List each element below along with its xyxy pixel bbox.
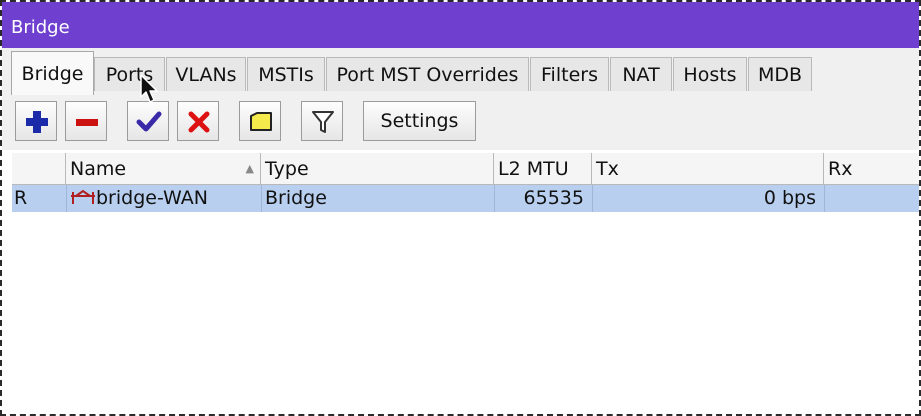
row-rx xyxy=(828,185,918,212)
tab-bridge[interactable]: Bridge xyxy=(11,51,94,95)
column-divider xyxy=(261,185,262,212)
comment-icon xyxy=(250,112,272,131)
sort-ascending-icon: ▲ xyxy=(245,162,254,175)
filter-icon xyxy=(312,111,334,133)
comment-button[interactable] xyxy=(239,101,281,141)
plus-icon xyxy=(26,111,48,133)
settings-button[interactable]: Settings xyxy=(363,101,476,141)
row-name: bridge-WAN xyxy=(96,187,209,209)
tab-mdb[interactable]: MDB xyxy=(748,57,812,91)
tab-mstis[interactable]: MSTIs xyxy=(247,57,325,91)
tab-nat[interactable]: NAT xyxy=(610,57,672,91)
title-bar: Bridge xyxy=(2,2,919,48)
window-title: Bridge xyxy=(11,17,70,38)
bridge-table: Name ▲ Type L2 MTU Tx Rx R bridge-WAN Br… xyxy=(2,150,919,414)
column-header-type[interactable]: Type xyxy=(261,153,494,185)
check-icon xyxy=(136,111,162,132)
row-l2-mtu: 65535 xyxy=(523,187,584,209)
bridge-window: Bridge Bridge Ports VLANs MSTIs Port MST… xyxy=(0,0,921,416)
table-row[interactable]: R bridge-WAN Bridge 65535 0 bps xyxy=(12,185,919,212)
bridge-icon xyxy=(71,189,95,204)
column-header-name[interactable]: Name ▲ xyxy=(66,153,261,185)
toolbar: Settings xyxy=(2,96,919,150)
tab-port-mst-overrides[interactable]: Port MST Overrides xyxy=(326,57,529,91)
column-header-name-label: Name xyxy=(70,158,127,180)
remove-button[interactable] xyxy=(65,101,107,141)
tab-hosts[interactable]: Hosts xyxy=(673,57,747,91)
enable-button[interactable] xyxy=(127,101,169,141)
column-header-l2-mtu[interactable]: L2 MTU xyxy=(494,153,592,185)
x-icon xyxy=(188,111,210,133)
row-name-cell: bridge-WAN xyxy=(70,185,260,212)
column-divider xyxy=(66,185,67,212)
minus-icon xyxy=(76,119,98,126)
row-type: Bridge xyxy=(265,187,327,209)
add-button[interactable] xyxy=(15,101,57,141)
column-header-rx[interactable]: Rx xyxy=(824,153,919,185)
mouse-cursor-icon xyxy=(140,74,158,103)
row-flag: R xyxy=(14,187,28,209)
tab-filters[interactable]: Filters xyxy=(530,57,609,91)
filter-button[interactable] xyxy=(301,101,343,141)
disable-button[interactable] xyxy=(177,101,219,141)
column-header-tx[interactable]: Tx xyxy=(592,153,824,185)
column-header-flag[interactable] xyxy=(12,153,66,185)
column-divider xyxy=(824,185,825,212)
tab-vlans[interactable]: VLANs xyxy=(166,57,246,91)
row-tx: 0 bps xyxy=(763,187,816,209)
